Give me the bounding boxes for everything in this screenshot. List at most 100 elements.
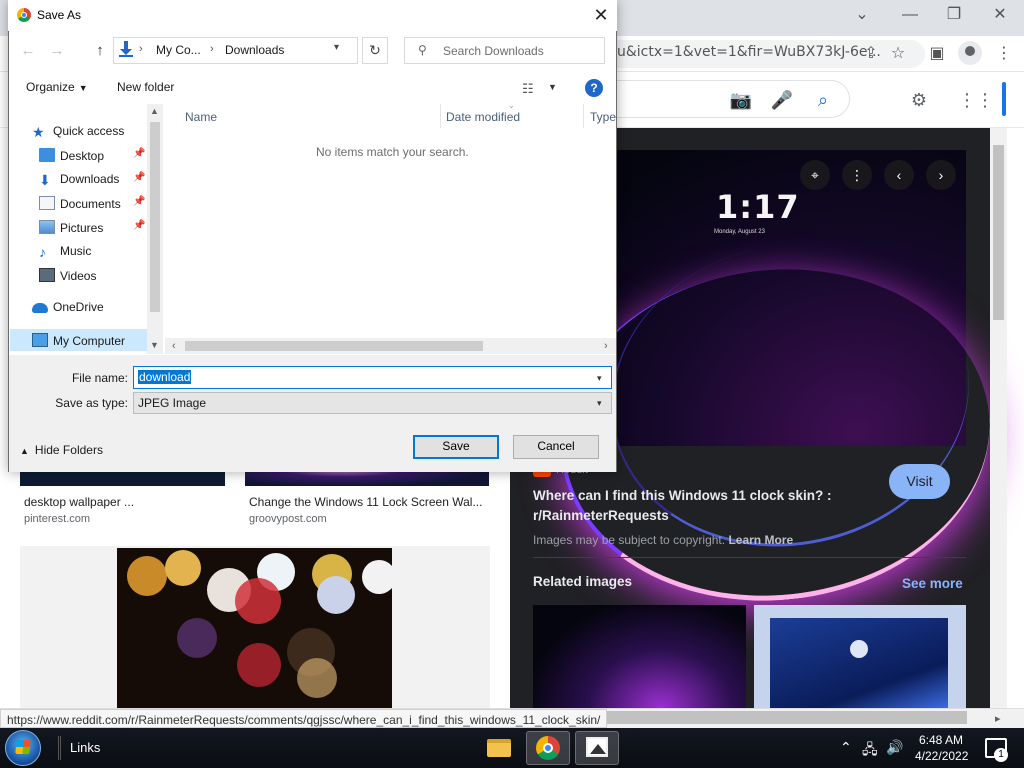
previous-arrow-icon[interactable]: ‹ — [884, 160, 914, 190]
settings-gear-icon[interactable]: ⚙ — [907, 88, 931, 112]
close-icon[interactable]: ✕ — [589, 4, 613, 26]
hide-folders-toggle[interactable]: ▲ Hide Folders — [20, 443, 103, 457]
breadcrumb-item[interactable]: Downloads — [225, 43, 284, 57]
forward-arrow-icon[interactable]: → — [47, 41, 67, 61]
chevron-down-icon[interactable]: ▾ — [597, 398, 602, 409]
side-panel-icon[interactable]: ▣ — [926, 43, 948, 65]
breadcrumb-chevron-icon[interactable]: › — [210, 43, 214, 55]
scroll-down-arrow[interactable]: ▼ — [150, 340, 159, 350]
sign-in-button[interactable] — [1002, 82, 1006, 116]
column-divider[interactable] — [440, 104, 441, 128]
related-image-avatar — [850, 640, 868, 658]
apps-grid-icon[interactable]: ⋮⋮ — [958, 88, 994, 112]
file-pane-scroll-thumb[interactable] — [185, 341, 483, 351]
nav-item-label: Quick access — [53, 124, 125, 138]
scroll-up-arrow[interactable]: ▲ — [150, 106, 159, 116]
save-button[interactable]: Save — [413, 435, 499, 459]
breadcrumb-chevron-icon[interactable]: › — [139, 43, 143, 55]
next-arrow-icon[interactable]: › — [926, 160, 956, 190]
nav-item-label: My Computer — [53, 334, 126, 348]
help-icon[interactable]: ? — [585, 79, 603, 97]
column-header-date-modified[interactable]: Date modified — [446, 110, 520, 124]
minimize-button[interactable]: — — [888, 4, 932, 26]
restore-button[interactable]: ❐ — [932, 4, 976, 26]
chevron-down-icon[interactable]: ▾ — [597, 373, 602, 384]
result-title[interactable]: desktop wallpaper ... — [24, 495, 134, 509]
result-source: pinterest.com — [24, 513, 91, 525]
links-toolbar[interactable]: Links — [70, 740, 100, 755]
column-header-type[interactable]: Type — [590, 110, 616, 124]
show-hidden-icons-icon[interactable]: ⌃ — [840, 739, 852, 756]
column-header-name[interactable]: Name — [185, 110, 217, 124]
profile-avatar[interactable] — [958, 41, 982, 65]
chrome-icon — [17, 8, 31, 22]
nav-item-downloads[interactable]: ⬇ Downloads 📌 — [39, 172, 159, 194]
horizontal-scroll-thumb[interactable] — [595, 711, 967, 724]
lens-search-icon[interactable]: ⌖ — [800, 160, 830, 190]
dialog-titlebar[interactable] — [8, 0, 617, 31]
clock-time: 6:48 AM — [918, 733, 964, 747]
save-as-type-select[interactable]: JPEG Image — [133, 392, 612, 414]
nav-item-my-computer[interactable]: My Computer — [10, 329, 147, 351]
close-window-button[interactable]: ✕ — [978, 4, 1022, 26]
folder-icon — [487, 739, 511, 757]
up-arrow-icon[interactable]: ↑ — [90, 41, 110, 61]
nav-item-onedrive[interactable]: OneDrive — [32, 300, 152, 322]
network-icon[interactable]: 🖧 — [862, 739, 878, 763]
visit-button[interactable]: Visit — [889, 464, 950, 499]
toolbar-grip[interactable] — [58, 736, 61, 760]
scroll-left-arrow[interactable]: ‹ — [172, 340, 176, 352]
search-icon[interactable]: ⌕ — [811, 88, 835, 112]
see-more-link[interactable]: See more — [902, 576, 963, 591]
result-thumbnail[interactable] — [245, 470, 489, 486]
nav-item-videos[interactable]: Videos — [39, 268, 159, 290]
nav-item-label: Videos — [60, 269, 97, 283]
share-icon[interactable]: ⇪ — [860, 43, 882, 65]
search-placeholder: Search Downloads — [443, 44, 544, 58]
save-as-type-label: Save as type: — [55, 396, 128, 410]
camera-search-icon[interactable]: 📷 — [729, 88, 753, 112]
result-thumbnail-bokeh[interactable] — [117, 548, 392, 708]
organize-button[interactable]: Organize ▼ — [26, 80, 88, 94]
documents-icon — [39, 196, 55, 210]
address-bar-url[interactable]: u&ictx=1&vet=1&fir=WuBX73kJ-6e... — [617, 44, 881, 60]
browser-menu-icon[interactable]: ⋮ — [993, 43, 1015, 65]
nav-item-pictures[interactable]: Pictures 📌 — [39, 220, 159, 242]
desktop-icon — [39, 148, 55, 162]
scroll-right-arrow[interactable]: ▸ — [995, 712, 1001, 725]
learn-more-link[interactable]: Learn More — [728, 533, 793, 547]
related-image[interactable] — [533, 605, 746, 708]
file-name-input[interactable]: download — [133, 366, 612, 389]
nav-item-desktop[interactable]: Desktop 📌 — [39, 148, 159, 170]
refresh-icon[interactable]: ↻ — [362, 37, 388, 64]
cancel-button[interactable]: Cancel — [513, 435, 599, 459]
file-name-value: download — [138, 370, 192, 384]
image-title-link[interactable]: Where can I find this Windows 11 clock s… — [533, 486, 853, 526]
voice-search-icon[interactable]: 🎤 — [770, 88, 794, 112]
result-thumbnail[interactable] — [20, 470, 225, 486]
volume-icon[interactable]: 🔊 — [886, 739, 903, 756]
bookmark-star-icon[interactable]: ☆ — [887, 43, 909, 65]
new-folder-button[interactable]: New folder — [117, 80, 174, 94]
download-arrow-icon: ⬇ — [39, 172, 51, 188]
downloads-folder-icon — [119, 41, 133, 57]
more-options-icon[interactable]: ⋮ — [842, 160, 872, 190]
status-bar-url: https://www.reddit.com/r/RainmeterReques… — [0, 709, 608, 728]
view-options-icon[interactable]: ☷ — [522, 81, 534, 97]
breadcrumb-item[interactable]: My Co... — [156, 43, 201, 57]
related-images-heading: Related images — [533, 574, 633, 589]
nav-item-label: Music — [60, 244, 92, 258]
nav-pane-scroll-thumb[interactable] — [150, 122, 160, 312]
taskbar-clock[interactable]: 6:48 AM 4/22/2022 — [915, 732, 968, 764]
nav-item-documents[interactable]: Documents 📌 — [39, 196, 159, 218]
scroll-right-arrow[interactable]: › — [604, 340, 608, 352]
nav-item-music[interactable]: ♪ Music — [39, 244, 159, 266]
result-title[interactable]: Change the Windows 11 Lock Screen Wal... — [249, 495, 482, 509]
chevron-down-icon[interactable]: ▼ — [548, 82, 557, 92]
column-divider[interactable] — [583, 104, 584, 128]
tab-search-icon[interactable]: ⌄ — [840, 4, 884, 26]
nav-item-quick-access[interactable]: ★ Quick access — [32, 124, 152, 146]
back-arrow-icon[interactable]: ← — [18, 41, 38, 61]
chevron-down-icon[interactable]: ▾ — [334, 42, 339, 53]
page-scroll-thumb[interactable] — [993, 145, 1004, 320]
